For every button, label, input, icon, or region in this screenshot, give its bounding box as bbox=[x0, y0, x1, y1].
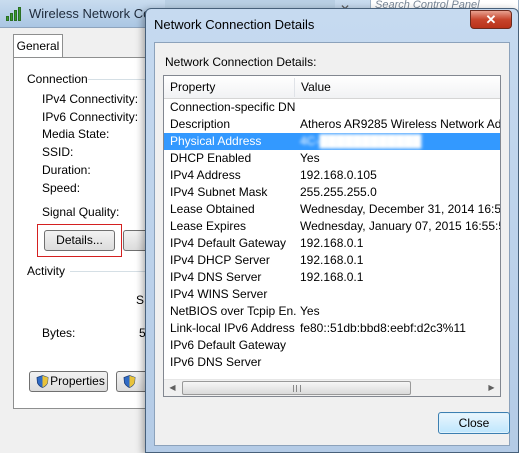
table-row[interactable]: IPv4 DNS Server 192.168.0.1 bbox=[164, 269, 500, 286]
scroll-right-icon[interactable]: ▶ bbox=[483, 380, 500, 396]
property-cell: IPv4 DHCP Server bbox=[170, 253, 270, 267]
value-cell: 192.168.0.105 bbox=[300, 168, 377, 182]
value-cell: Yes bbox=[300, 304, 320, 318]
property-cell: Lease Obtained bbox=[170, 202, 255, 216]
dialog-close-icon[interactable]: ✕ bbox=[470, 10, 512, 29]
value-cell: Wednesday, December 31, 2014 16:55:5 bbox=[300, 202, 500, 216]
properties-button[interactable]: Properties bbox=[29, 371, 108, 392]
property-cell: Lease Expires bbox=[170, 219, 247, 233]
value-cell: fe80::51db:bbd8:eebf:d2c3%11 bbox=[300, 321, 466, 335]
property-cell: IPv6 DNS Server bbox=[170, 355, 262, 369]
details-section-label: Network Connection Details: bbox=[165, 55, 317, 69]
table-row[interactable]: IPv4 Subnet Mask 255.255.255.0 bbox=[164, 184, 500, 201]
property-cell: Description bbox=[170, 117, 231, 131]
table-row[interactable]: Link-local IPv6 Address fe80::51db:bbd8:e… bbox=[164, 320, 500, 337]
grip-icon bbox=[292, 385, 301, 392]
table-row[interactable]: IPv4 WINS Server bbox=[164, 286, 500, 303]
activity-group-label: Activity bbox=[27, 264, 66, 278]
value-cell: 255.255.255.0 bbox=[300, 185, 377, 199]
close-button[interactable]: Close bbox=[438, 412, 510, 434]
property-cell: IPv6 Default Gateway bbox=[170, 338, 287, 352]
column-header-property[interactable]: Property bbox=[164, 76, 294, 99]
list-header: Property Value bbox=[164, 76, 500, 99]
activity-sent-label-partial: S bbox=[136, 293, 145, 307]
value-cell: 4C-████████████ bbox=[300, 134, 422, 148]
duration-label: Duration: bbox=[42, 163, 91, 177]
column-header-value[interactable]: Value bbox=[295, 76, 500, 99]
table-row[interactable]: Connection-specific DN... bbox=[164, 99, 500, 116]
table-row[interactable]: Lease Expires Wednesday, January 07, 2015… bbox=[164, 218, 500, 235]
property-cell: IPv4 Default Gateway bbox=[170, 236, 287, 250]
table-row[interactable]: DHCP Enabled Yes bbox=[164, 150, 500, 167]
ipv6-connectivity-label: IPv6 Connectivity: bbox=[42, 110, 139, 124]
value-cell: Yes bbox=[300, 151, 320, 165]
property-cell: IPv4 Subnet Mask bbox=[170, 185, 268, 199]
ipv4-connectivity-label: IPv4 Connectivity: bbox=[42, 92, 139, 106]
tab-general[interactable]: General bbox=[13, 34, 63, 58]
property-cell: DHCP Enabled bbox=[170, 151, 252, 165]
details-list-view[interactable]: Property Value Connection-specific DN...… bbox=[163, 75, 501, 397]
signal-quality-label: Signal Quality: bbox=[42, 205, 120, 219]
shield-icon bbox=[36, 375, 49, 388]
network-connection-details-dialog: Network Connection Details ✕ Network Con… bbox=[145, 8, 519, 453]
value-cell: 192.168.0.1 bbox=[300, 270, 364, 284]
ssid-label: SSID: bbox=[42, 145, 74, 159]
connection-group-label: Connection bbox=[27, 72, 88, 86]
scroll-left-icon[interactable]: ◀ bbox=[164, 380, 181, 396]
property-cell: IPv4 WINS Server bbox=[170, 287, 268, 301]
table-row[interactable]: Description Atheros AR9285 Wireless Netwo… bbox=[164, 116, 500, 133]
property-cell: Link-local IPv6 Address bbox=[170, 321, 295, 335]
media-state-label: Media State: bbox=[42, 127, 110, 141]
property-cell: NetBIOS over Tcpip En... bbox=[170, 304, 296, 318]
speed-label: Speed: bbox=[42, 181, 81, 195]
scrollbar-thumb[interactable] bbox=[182, 381, 411, 395]
status-window: Wireless Network Connection Status Gener… bbox=[0, 0, 240, 453]
table-row[interactable]: IPv6 DNS Server bbox=[164, 354, 500, 371]
table-row[interactable]: Lease Obtained Wednesday, December 31, 20… bbox=[164, 201, 500, 218]
horizontal-scrollbar[interactable]: ◀ ▶ bbox=[164, 379, 500, 396]
dialog-client-area: Network Connection Details: Property Val… bbox=[154, 42, 510, 446]
property-cell: IPv4 DNS Server bbox=[170, 270, 262, 284]
table-row[interactable]: IPv4 Address 192.168.0.105 bbox=[164, 167, 500, 184]
list-rows: Connection-specific DN... Description Athe… bbox=[164, 99, 500, 371]
bytes-label: Bytes: bbox=[42, 326, 76, 340]
properties-button-label: Properties bbox=[50, 374, 105, 388]
value-cell: 192.168.0.1 bbox=[300, 253, 364, 267]
table-row[interactable]: Physical Address 4C-████████████ bbox=[164, 133, 500, 150]
property-cell: Connection-specific DN... bbox=[170, 100, 296, 114]
table-row[interactable]: NetBIOS over Tcpip En... Yes bbox=[164, 303, 500, 320]
table-row[interactable]: IPv4 Default Gateway 192.168.0.1 bbox=[164, 235, 500, 252]
shield-icon bbox=[123, 375, 136, 388]
value-cell: 192.168.0.1 bbox=[300, 236, 364, 250]
property-cell: Physical Address bbox=[170, 134, 262, 148]
signal-strength-icon bbox=[6, 7, 24, 21]
dialog-title: Network Connection Details bbox=[154, 17, 315, 32]
details-button[interactable]: Details... bbox=[44, 230, 115, 251]
value-cell: Wednesday, January 07, 2015 16:55:59 bbox=[300, 219, 500, 233]
property-cell: IPv4 Address bbox=[170, 168, 241, 182]
status-window-titlebar: Wireless Network Connection Status bbox=[0, 0, 240, 28]
table-row[interactable]: IPv6 Default Gateway bbox=[164, 337, 500, 354]
value-cell: Atheros AR9285 Wireless Network Adapt bbox=[300, 117, 500, 131]
table-row[interactable]: IPv4 DHCP Server 192.168.0.1 bbox=[164, 252, 500, 269]
